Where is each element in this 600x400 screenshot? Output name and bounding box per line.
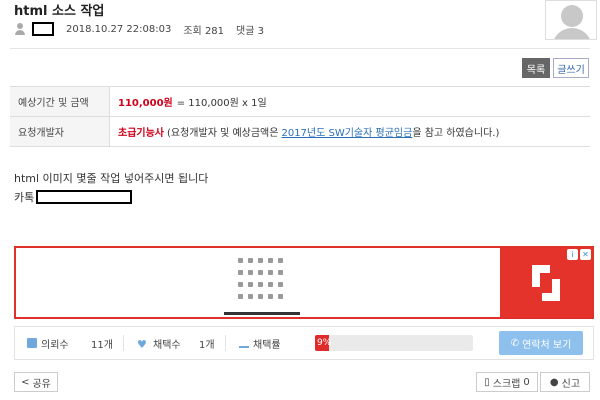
share-button[interactable]: < 공유 [14,372,58,392]
avatar-head-icon [561,5,583,27]
divider [10,48,590,49]
post-meta: 2018.10.27 22:08:03 조회 281 댓글 3 [14,20,264,38]
scrap-count: 0 [523,376,530,388]
avatar-body-icon [552,28,592,39]
advertisement-banner[interactable]: i ✕ [14,246,594,319]
contact-label: 연락처 보기 [522,339,572,351]
body-text-line1: html 이미지 몇줄 작업 넣어주시면 됩니다 [14,172,209,185]
list-button[interactable]: 목록 [522,58,550,78]
developer-label: 요청개발자 [10,117,110,146]
request-info-table: 예상기간 및 금액 110,000원 = 110,000원 x 1일 요청개발자… [10,86,590,147]
stat-picks: ♥ 채택수 [137,327,181,359]
view-count: 조회 281 [183,25,225,37]
user-icon [14,23,26,35]
ad-close-icon[interactable]: ✕ [580,249,591,260]
info-row-period: 예상기간 및 금액 110,000원 = 110,000원 x 1일 [10,87,590,117]
requests-value: 11개 [91,339,113,351]
stats-bar: 의뢰수 11개 ♥ 채택수 1개 채택률 9% ✆ 연락처 보기 [14,326,594,360]
ad-badges: i ✕ [567,249,591,260]
scrap-button[interactable]: ▯ 스크랩 0 [476,372,538,392]
phone-icon: ✆ [510,337,520,349]
post-title: html 소스 작업 [14,4,105,19]
report-label: 신고 [561,378,581,390]
requests-label: 의뢰수 [41,339,69,351]
period-label: 예상기간 및 금액 [10,87,110,116]
bar-chart-icon [239,338,249,348]
contact-button[interactable]: ✆ 연락처 보기 [499,331,583,355]
report-button[interactable]: ● 신고 [540,372,590,392]
developer-note-suffix: 을 참고 하였습니다.) [412,128,500,139]
info-row-developer: 요청개발자 초급기능사 (요청개발자 및 예상금액은 2017년도 SW기술자 … [10,117,590,147]
pick-rate-progress: 9% [315,335,473,351]
bookmark-icon: ▯ [484,376,490,388]
picks-value: 1개 [199,339,215,351]
post-datetime: 2018.10.27 22:08:03 [66,23,172,35]
stat-rate: 채택률 [239,327,281,359]
ad-logo-icon [532,264,560,301]
rate-label: 채택률 [253,339,281,351]
price-detail: = 110,000원 x 1일 [176,98,267,109]
developer-level: 초급기능사 [118,128,164,139]
redacted-kakao-id [36,190,133,204]
author-avatar[interactable] [545,0,597,40]
write-button[interactable]: 글쓰기 [553,58,589,78]
stats-divider [225,335,226,351]
share-label: 공유 [32,378,51,390]
body-text-line2: 카톡 [14,189,133,205]
developer-value: 초급기능사 (요청개발자 및 예상금액은 2017년도 SW기술자 평균임금 을… [110,117,590,146]
price: 110,000원 [118,98,173,109]
view-icon [27,338,37,348]
pick-rate-fill: 9% [315,335,331,351]
person-icon: ● [549,376,559,388]
heart-icon: ♥ [137,338,147,351]
scrap-label: 스크랩 [492,378,521,390]
picks-label: 채택수 [153,339,181,351]
developer-note-prefix: (요청개발자 및 예상금액은 [167,128,279,139]
share-icon: < [21,376,30,388]
comment-count[interactable]: 댓글 3 [236,22,264,37]
kakao-label: 카톡 [14,191,35,204]
ad-info-icon[interactable]: i [567,249,578,260]
stats-divider [123,335,124,351]
period-value: 110,000원 = 110,000원 x 1일 [110,87,590,116]
stat-requests: 의뢰수 [27,327,69,359]
redacted-author [32,22,54,36]
ad-thumbnail[interactable] [224,250,300,315]
wage-link[interactable]: 2017년도 SW기술자 평균임금 [281,124,412,139]
